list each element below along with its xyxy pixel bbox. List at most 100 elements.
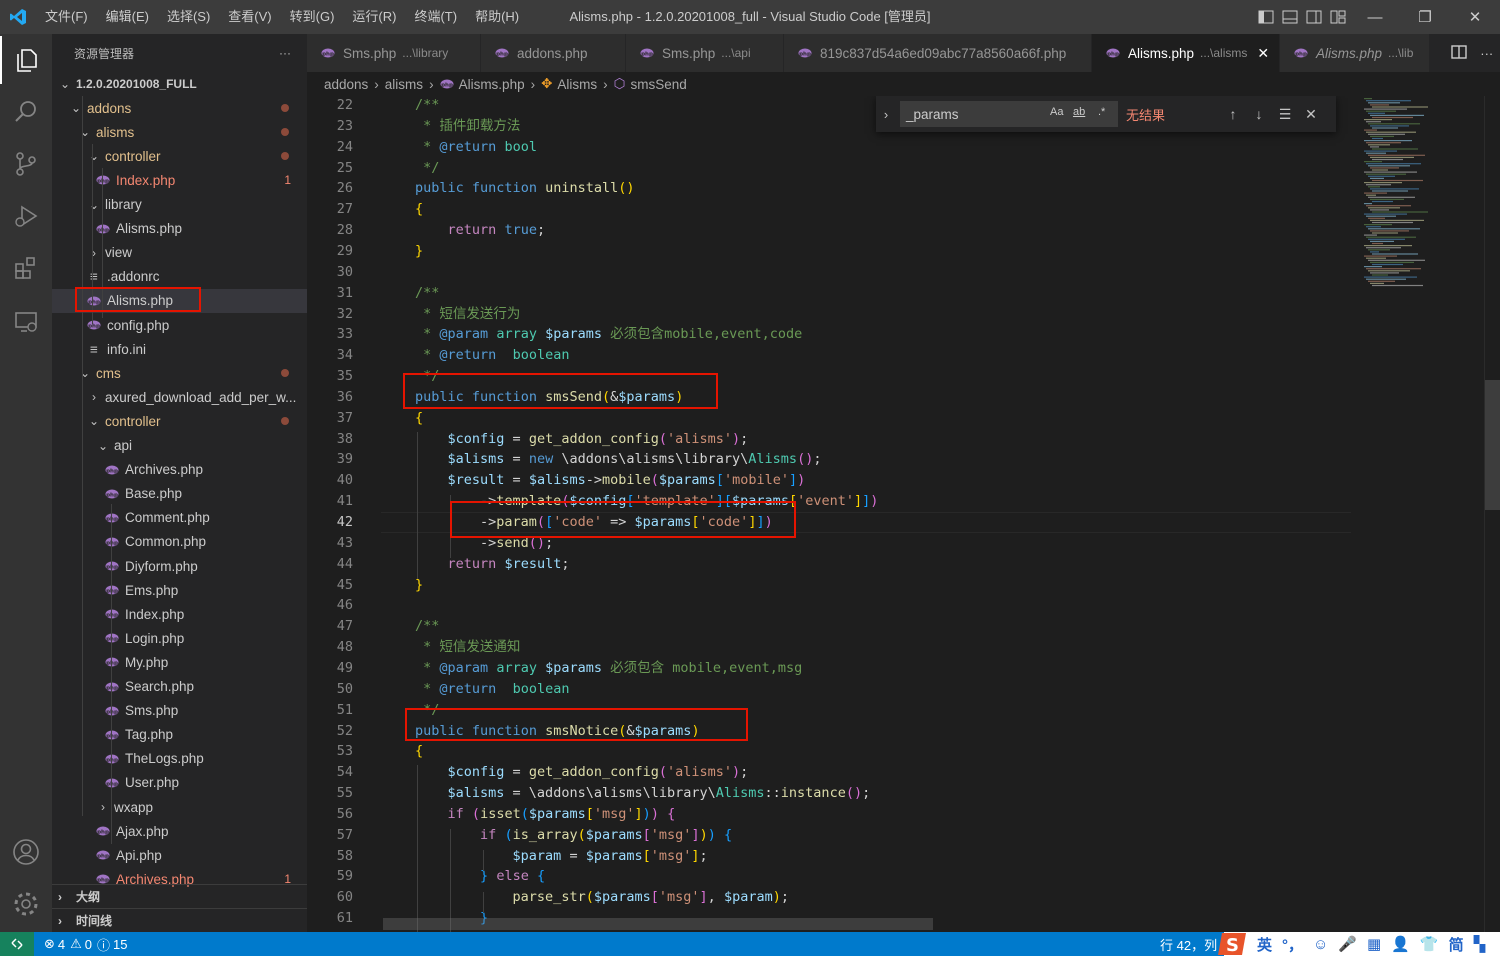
file-tree-item[interactable]: php Base.php: [52, 482, 307, 506]
restore-icon[interactable]: ❐: [1400, 0, 1450, 34]
breadcrumb-item[interactable]: addons: [324, 77, 368, 92]
file-tree-item[interactable]: php TheLogs.php: [52, 747, 307, 771]
source-control-icon[interactable]: [0, 140, 52, 188]
horizontal-scrollbar-thumb[interactable]: [383, 918, 933, 930]
menu-item[interactable]: 转到(G): [281, 0, 344, 34]
folder-tree-item[interactable]: › wxapp: [52, 795, 307, 819]
timeline-section[interactable]: › 时间线: [52, 908, 307, 932]
remote-indicator-icon[interactable]: [0, 932, 34, 956]
customize-layout-icon[interactable]: [1326, 0, 1350, 34]
editor-tab[interactable]: php Alisms.php ...\alisms ✕: [1092, 34, 1280, 72]
close-window-icon[interactable]: ✕: [1450, 0, 1500, 34]
breadcrumb-item[interactable]: alisms: [385, 77, 423, 92]
find-input[interactable]: _params Aa ab .*: [900, 101, 1118, 127]
folder-tree-item[interactable]: › view: [52, 241, 307, 265]
file-tree-item[interactable]: php Login.php: [52, 626, 307, 650]
previous-match-icon[interactable]: ↑: [1220, 106, 1246, 122]
editor-tab[interactable]: php Sms.php ...\api: [626, 34, 784, 72]
accounts-icon[interactable]: [0, 828, 52, 876]
menu-item[interactable]: 编辑(E): [97, 0, 158, 34]
split-editor-icon[interactable]: [1451, 44, 1467, 63]
whole-word-icon[interactable]: ab: [1073, 106, 1085, 118]
menu-item[interactable]: 帮助(H): [466, 0, 528, 34]
file-tree-item[interactable]: php Sms.php: [52, 699, 307, 723]
breadcrumb-item[interactable]: ⬡ smsSend: [614, 76, 687, 92]
outline-section[interactable]: › 大纲: [52, 884, 307, 908]
more-editor-actions-icon[interactable]: ···: [1480, 46, 1493, 61]
ime-button[interactable]: 简: [1449, 934, 1464, 955]
ime-button[interactable]: 🎤: [1338, 935, 1357, 953]
ime-button[interactable]: 👕: [1420, 935, 1439, 953]
file-tree-item[interactable]: ≡ .addonrc: [52, 265, 307, 289]
editor-tab[interactable]: php 819c837d54a6ed09abc77a8560a66f.php: [784, 34, 1092, 72]
file-tree-item[interactable]: php Alisms.php: [52, 288, 307, 313]
minimap-line: [1372, 200, 1393, 203]
minimap[interactable]: [1354, 96, 1484, 932]
folder-tree-item[interactable]: ⌄ controller: [52, 144, 307, 168]
menu-item[interactable]: 文件(F): [36, 0, 97, 34]
file-tree-item[interactable]: php Alisms.php: [52, 217, 307, 241]
folder-tree-item[interactable]: ⌄ cms: [52, 361, 307, 385]
file-tree-item[interactable]: ≡ info.ini: [52, 337, 307, 361]
file-tree-item[interactable]: php Ems.php: [52, 578, 307, 602]
file-tree-item[interactable]: php Common.php: [52, 530, 307, 554]
file-tree-item[interactable]: php Comment.php: [52, 506, 307, 530]
menu-item[interactable]: 终端(T): [405, 0, 466, 34]
folder-tree-item[interactable]: ⌄ 1.2.0.20201008_FULL: [52, 72, 307, 96]
ime-button[interactable]: °，: [1282, 934, 1303, 955]
file-tree-item[interactable]: php Search.php: [52, 675, 307, 699]
problems-status[interactable]: ⊗ 4 ⚠ 0 ⓘ 15: [44, 935, 128, 954]
find-in-selection-icon[interactable]: ☰: [1272, 106, 1298, 123]
ime-button[interactable]: ☺: [1313, 936, 1328, 953]
toggle-replace-icon[interactable]: ›: [876, 107, 896, 122]
file-tree-item[interactable]: php User.php: [52, 771, 307, 795]
breadcrumb-item[interactable]: ✥ Alisms: [541, 76, 597, 92]
ime-button[interactable]: 👤: [1391, 935, 1410, 953]
menu-item[interactable]: 查看(V): [219, 0, 280, 34]
ime-button[interactable]: ▚: [1474, 935, 1486, 953]
folder-tree-item[interactable]: ⌄ library: [52, 193, 307, 217]
more-actions-icon[interactable]: ···: [279, 46, 291, 60]
match-case-icon[interactable]: Aa: [1050, 106, 1063, 118]
extensions-icon[interactable]: [0, 244, 52, 292]
close-tab-icon[interactable]: ✕: [1257, 45, 1269, 62]
ime-button[interactable]: ▦: [1367, 935, 1381, 953]
file-tree-item[interactable]: php Tag.php: [52, 723, 307, 747]
sogou-logo-icon[interactable]: S: [1216, 929, 1252, 956]
file-tree-item[interactable]: php Ajax.php: [52, 819, 307, 843]
folder-tree-item[interactable]: ⌄ addons: [52, 96, 307, 120]
minimize-icon[interactable]: —: [1350, 0, 1400, 34]
file-tree-item[interactable]: php Diyform.php: [52, 554, 307, 578]
regex-icon[interactable]: .*: [1098, 106, 1105, 118]
close-find-icon[interactable]: ✕: [1298, 106, 1324, 123]
explorer-icon[interactable]: [0, 36, 52, 84]
file-tree-item[interactable]: php Index.php: [52, 602, 307, 626]
toggle-panel-icon[interactable]: [1278, 0, 1302, 34]
menu-item[interactable]: 选择(S): [158, 0, 219, 34]
vertical-scrollbar[interactable]: [1484, 96, 1500, 932]
search-icon[interactable]: [0, 88, 52, 136]
folder-tree-item[interactable]: ⌄ api: [52, 434, 307, 458]
next-match-icon[interactable]: ↓: [1246, 106, 1272, 122]
folder-tree-item[interactable]: ⌄ controller: [52, 409, 307, 433]
vertical-scrollbar-thumb[interactable]: [1485, 380, 1500, 510]
file-tree-item[interactable]: php Index.php 1: [52, 168, 307, 192]
file-tree-item[interactable]: php My.php: [52, 650, 307, 674]
run-debug-icon[interactable]: [0, 192, 52, 240]
toggle-secondary-sidebar-icon[interactable]: [1302, 0, 1326, 34]
file-tree-item[interactable]: php Api.php: [52, 843, 307, 867]
code-editor[interactable]: 22 23 24 25 26 27 28 29 30 31 32 33 34 35 36 37 38 39 40 41…: [307, 96, 1500, 932]
folder-tree-item[interactable]: › axured_download_add_per_w...: [52, 385, 307, 409]
editor-tab[interactable]: php Alisms.php ...\lib: [1280, 34, 1430, 72]
folder-tree-item[interactable]: ⌄ alisms: [52, 120, 307, 144]
breadcrumb-item[interactable]: php Alisms.php: [440, 77, 525, 92]
file-tree-item[interactable]: php Archives.php: [52, 458, 307, 482]
settings-gear-icon[interactable]: [0, 880, 52, 928]
remote-explorer-icon[interactable]: [0, 298, 52, 346]
menu-item[interactable]: 运行(R): [343, 0, 405, 34]
toggle-sidebar-icon[interactable]: [1254, 0, 1278, 34]
editor-tab[interactable]: php addons.php: [481, 34, 626, 72]
file-tree-item[interactable]: php config.php: [52, 313, 307, 337]
ime-button[interactable]: 英: [1257, 934, 1272, 955]
editor-tab[interactable]: php Sms.php ...\library: [307, 34, 481, 72]
